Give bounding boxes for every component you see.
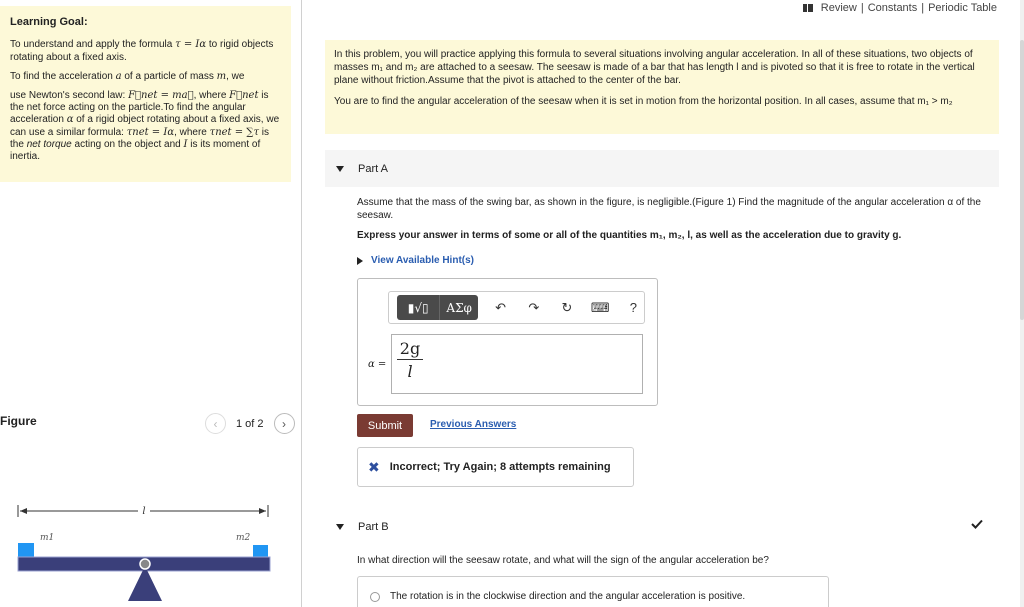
goal-text: , where [174, 126, 210, 138]
redo-icon[interactable]: ↷ [523, 295, 544, 320]
symbols-button[interactable]: ΑΣφ [439, 295, 478, 320]
check-icon [971, 519, 983, 529]
keyboard-icon[interactable]: ⌨ [590, 295, 611, 320]
mass-block-m1 [18, 543, 34, 557]
answer-fraction: 2g l [397, 339, 423, 381]
book-icon [802, 4, 813, 12]
var-fnet: F⃗net [229, 89, 259, 101]
var-m: m [216, 70, 227, 82]
dim-arrow-left [20, 508, 27, 514]
formula-newton: F⃗net = ma⃗ [128, 89, 194, 101]
part-a-header[interactable]: Part A [325, 150, 999, 187]
feedback-box: ✖ Incorrect; Try Again; 8 attempts remai… [357, 447, 634, 487]
part-a-instructions: Express your answer in terms of some or … [357, 230, 902, 241]
math-toolbar: ▮√▯ ΑΣφ ↶ ↷ ↻ ⌨ ? [388, 291, 645, 324]
intro-paragraph-1: In this problem, you will practice apply… [334, 49, 975, 86]
goal-text: use Newton's second law: [10, 89, 129, 101]
pane-divider [301, 0, 302, 607]
intro-paragraph-2: You are to find the angular acceleration… [334, 96, 953, 108]
formula-net-torque: τnet = ∑τ [209, 126, 259, 138]
previous-answers-link[interactable]: Previous Answers [430, 419, 516, 430]
collapse-triangle-icon [336, 165, 344, 172]
goal-text: , where [193, 89, 230, 101]
goal-text: To understand and apply the formula [10, 39, 176, 51]
option-label: The rotation is in the clockwise directi… [390, 591, 746, 602]
mass-block-m2 [253, 545, 268, 557]
link-separator: | [860, 2, 864, 14]
scrollbar[interactable] [1020, 0, 1024, 607]
goal-text: , we [226, 70, 245, 82]
problem-intro-box: In this problem, you will practice apply… [325, 40, 999, 134]
part-a-title: Part A [358, 162, 388, 175]
figure-next-button[interactable]: › [273, 413, 295, 434]
length-label: l [142, 506, 145, 517]
answer-denominator: l [407, 362, 413, 381]
goal-text: acting on the object and [71, 138, 184, 150]
goal-text: of a particle of mass [121, 70, 217, 82]
net-torque-term: net torque [26, 138, 72, 150]
pivot-point [139, 558, 151, 570]
review-link[interactable]: Review [821, 2, 857, 14]
alpha-equals-label: α = [368, 359, 387, 370]
constants-link[interactable]: Constants [868, 2, 918, 14]
view-hints-link[interactable]: View Available Hint(s) [357, 255, 474, 266]
learning-goal-box: Learning Goal: To understand and apply t… [0, 6, 291, 182]
figure-page-indicator: 1 of 2 [236, 417, 264, 430]
seesaw-figure: l m1 m2 [17, 505, 271, 601]
goal-paragraph-2: To find the acceleration a of a particle… [10, 71, 281, 83]
part-b-title: Part B [358, 521, 389, 533]
formula-tau: τ = Iα [175, 39, 207, 51]
goal-text: To find the acceleration [10, 70, 116, 82]
scroll-thumb[interactable] [1020, 40, 1024, 320]
figure-prev-button[interactable]: ‹ [205, 413, 226, 434]
radio-button[interactable] [370, 592, 380, 602]
link-separator: | [921, 2, 925, 14]
submit-button[interactable]: Submit [357, 414, 413, 437]
left-pane: Learning Goal: To understand and apply t… [0, 0, 300, 607]
figure-pager: ‹ 1 of 2 › [205, 413, 295, 434]
dim-arrow-right [259, 508, 266, 514]
goal-paragraph-1: To understand and apply the formula τ = … [10, 39, 281, 63]
m2-label: m2 [236, 533, 251, 543]
templates-button[interactable]: ▮√▯ [397, 295, 440, 320]
incorrect-x-icon: ✖ [368, 458, 380, 475]
answer-box: ▮√▯ ΑΣφ ↶ ↷ ↻ ⌨ ? α = 2g l [357, 278, 658, 406]
part-a-question: Assume that the mass of the swing bar, a… [357, 197, 981, 221]
undo-icon[interactable]: ↶ [490, 295, 511, 320]
part-b-header[interactable]: Part B [325, 510, 999, 544]
formula-torque: τnet = Iα [126, 126, 175, 138]
reset-icon[interactable]: ↻ [556, 295, 577, 320]
feedback-text: Incorrect; Try Again; 8 attempts remaini… [389, 461, 611, 473]
top-links: Review | Constants | Periodic Table [802, 2, 997, 14]
m1-label: m1 [40, 533, 54, 543]
figure-label: Figure [0, 414, 37, 428]
goal-paragraph-3: use Newton's second law: F⃗net = ma⃗, wh… [10, 90, 281, 163]
periodic-table-link[interactable]: Periodic Table [928, 2, 997, 14]
answer-numerator: 2g [397, 339, 423, 360]
expand-triangle-icon [357, 256, 363, 265]
answer-input[interactable]: 2g l [391, 334, 643, 394]
part-b-option-1[interactable]: The rotation is in the clockwise directi… [357, 576, 829, 607]
learning-goal-title: Learning Goal: [10, 16, 88, 28]
hints-label: View Available Hint(s) [371, 255, 474, 266]
part-b-question: In what direction will the seesaw rotate… [357, 555, 769, 566]
help-icon[interactable]: ? [623, 295, 644, 320]
collapse-triangle-icon [336, 524, 344, 530]
